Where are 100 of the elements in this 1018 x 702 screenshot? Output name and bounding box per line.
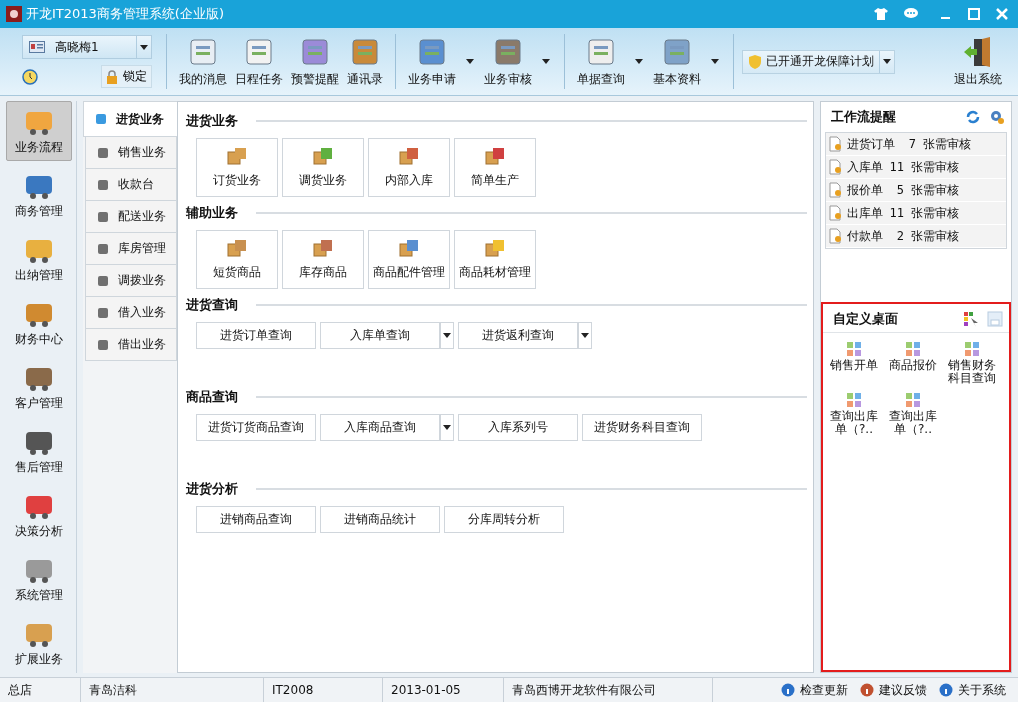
query-button[interactable]: 入库单查询 (320, 322, 440, 349)
dropdown-button[interactable] (578, 322, 592, 349)
desktop-shortcut[interactable]: 销售开单 (825, 341, 883, 385)
workflow-item[interactable]: 入库单 11 张需审核 (826, 156, 1006, 179)
sidebar-item[interactable]: 商务管理 (6, 165, 72, 225)
caret-icon (883, 59, 891, 64)
sidebar-item[interactable]: 售后管理 (6, 421, 72, 481)
caret-icon[interactable] (711, 59, 719, 64)
desktop-shortcut[interactable]: 商品报价 (884, 341, 942, 385)
subnav-tab[interactable]: 借出业务 (85, 329, 177, 361)
status-cell: 2013-01-05 (383, 678, 504, 702)
desktop-shortcut[interactable]: 销售财务科目查询 (943, 341, 1001, 385)
status-link[interactable]: 关于系统 (939, 681, 1006, 699)
id-card-icon (29, 41, 45, 53)
square-bullet-icon (98, 179, 108, 190)
settings-icon[interactable] (989, 109, 1005, 125)
desktop-shortcut[interactable]: 查询出库单（?.. (825, 392, 883, 436)
query-button[interactable]: 进货返利查询 (458, 322, 578, 349)
subnav-tab[interactable]: 借入业务 (85, 297, 177, 329)
sidebar-item[interactable]: 决策分析 (6, 485, 72, 545)
query-button[interactable]: 入库系列号 (458, 414, 578, 441)
tile-button[interactable]: 短货商品 (196, 230, 278, 289)
tile-button[interactable]: 调货业务 (282, 138, 364, 197)
query-button[interactable]: 进货财务科目查询 (582, 414, 702, 441)
toolbar-button[interactable]: 业务审核 (480, 35, 536, 88)
sidebar-item[interactable]: 扩展业务 (6, 613, 72, 673)
square-bullet-icon (98, 211, 108, 222)
toolbar-button[interactable]: 基本资料 (649, 35, 705, 88)
app-grid-icon (846, 341, 862, 357)
chat-icon[interactable] (904, 8, 918, 20)
caret-icon[interactable] (542, 59, 550, 64)
sidebar-item[interactable]: 系统管理 (6, 549, 72, 609)
caret-icon (443, 333, 451, 338)
close-icon[interactable] (996, 8, 1008, 20)
toolbar-button[interactable]: 日程任务 (231, 35, 287, 88)
query-button[interactable]: 分库周转分析 (444, 506, 564, 533)
square-bullet-icon (98, 339, 108, 350)
panel-title: 工作流提醒 (831, 108, 897, 126)
exit-button[interactable]: 退出系统 (950, 35, 1006, 88)
tile-button[interactable]: 内部入库 (368, 138, 450, 197)
workflow-item[interactable]: 出库单 11 张需审核 (826, 202, 1006, 225)
query-button[interactable]: 进货订单查询 (196, 322, 316, 349)
subnav-tab[interactable]: 销售业务 (85, 137, 177, 169)
info-icon (939, 683, 953, 697)
section-title: 商品查询 (186, 388, 238, 406)
dropdown-button[interactable] (440, 322, 454, 349)
toolbar-button[interactable]: 单据查询 (573, 35, 629, 88)
square-bullet-icon (98, 147, 108, 158)
section-title: 进货查询 (186, 296, 238, 314)
status-link[interactable]: 建议反馈 (860, 681, 927, 699)
square-bullet-icon (98, 275, 108, 286)
subnav-tab[interactable]: 库房管理 (85, 233, 177, 265)
workflow-item[interactable]: 报价单 5 张需审核 (826, 179, 1006, 202)
tile-button[interactable]: 商品配件管理 (368, 230, 450, 289)
square-bullet-icon (98, 243, 108, 254)
grid-cursor-icon[interactable] (963, 311, 979, 327)
shirt-icon[interactable] (874, 8, 888, 20)
app-grid-icon (964, 341, 980, 357)
subnav-tab[interactable]: 配送业务 (85, 201, 177, 233)
clock-icon[interactable] (22, 68, 38, 85)
document-key-icon (828, 182, 844, 198)
toolbar-button[interactable]: 预警提醒 (287, 35, 343, 88)
desktop-shortcut[interactable]: 查询出库单（?.. (884, 392, 942, 436)
subnav-tab[interactable]: 进货业务 (83, 101, 177, 137)
app-grid-icon (905, 392, 921, 409)
panel-title: 自定义桌面 (833, 310, 899, 328)
dropdown-button[interactable] (440, 414, 454, 441)
document-key-icon (828, 205, 844, 221)
toolbar-button[interactable]: 通讯录 (343, 35, 387, 88)
toolbar-button[interactable]: 我的消息 (175, 35, 231, 88)
lock-button[interactable]: 锁定 (101, 65, 152, 88)
query-button[interactable]: 入库商品查询 (320, 414, 440, 441)
sidebar-item[interactable]: 业务流程 (6, 101, 72, 161)
tile-button[interactable]: 简单生产 (454, 138, 536, 197)
query-button[interactable]: 进销商品统计 (320, 506, 440, 533)
subnav-tab[interactable]: 调拨业务 (85, 265, 177, 297)
subnav-tab[interactable]: 收款台 (85, 169, 177, 201)
tile-button[interactable]: 库存商品 (282, 230, 364, 289)
query-button[interactable]: 进货订货商品查询 (196, 414, 316, 441)
caret-icon (140, 44, 148, 50)
app-grid-icon (846, 392, 862, 409)
query-button[interactable]: 进销商品查询 (196, 506, 316, 533)
status-link[interactable]: 检查更新 (781, 681, 848, 699)
toolbar-button[interactable]: 业务申请 (404, 35, 460, 88)
square-bullet-icon (98, 307, 108, 318)
sidebar-item[interactable]: 财务中心 (6, 293, 72, 353)
caret-icon[interactable] (466, 59, 474, 64)
workflow-item[interactable]: 付款单 2 张需审核 (826, 225, 1006, 248)
tile-button[interactable]: 订货业务 (196, 138, 278, 197)
status-cell: IT2008 (264, 678, 383, 702)
section-title: 辅助业务 (186, 204, 238, 222)
status-cell: 青岛洁科 (81, 678, 264, 702)
tile-button[interactable]: 商品耗材管理 (454, 230, 536, 289)
workflow-item[interactable]: 进货订单 7 张需审核 (826, 133, 1006, 156)
maximize-icon[interactable] (968, 8, 980, 20)
plan-dropdown[interactable]: 已开通开龙保障计划 (742, 49, 895, 74)
sidebar-item[interactable]: 客户管理 (6, 357, 72, 417)
caret-icon[interactable] (635, 59, 643, 64)
sidebar-item[interactable]: 出纳管理 (6, 229, 72, 289)
user-dropdown[interactable]: 高晓梅1 (22, 35, 152, 59)
